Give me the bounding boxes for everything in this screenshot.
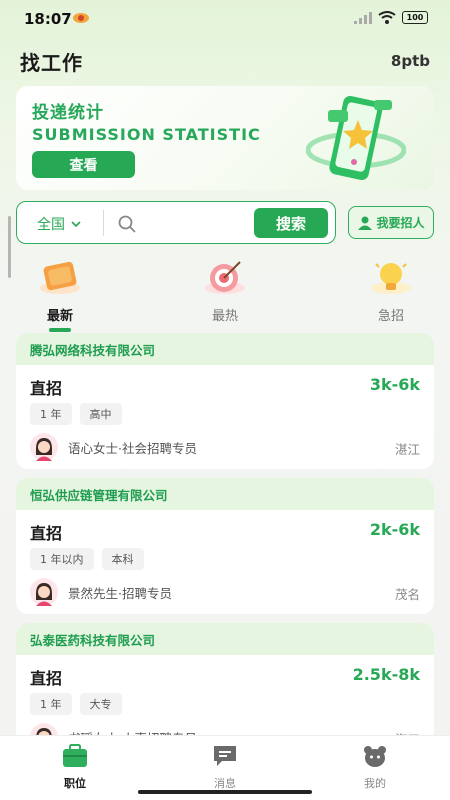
avatar — [30, 578, 58, 606]
nav-profile-label: 我的 — [364, 777, 386, 790]
search-input[interactable] — [143, 210, 253, 236]
search-button[interactable]: 搜索 — [254, 208, 328, 238]
recruiter: 景然先生·招聘专员 — [30, 578, 172, 606]
phone-star-illustration — [306, 96, 406, 180]
education-tag: 高中 — [79, 403, 122, 425]
job-location: 湛江 — [394, 442, 420, 457]
wifi-icon — [378, 11, 396, 24]
avatar — [30, 433, 58, 461]
view-button[interactable]: 查看 — [32, 151, 135, 178]
tab-urgent[interactable]: 急招 — [351, 258, 431, 324]
signal-icon — [354, 11, 372, 24]
job-title: 直招 — [30, 524, 63, 543]
salary: 2k-6k — [369, 520, 420, 539]
region-label: 全国 — [37, 217, 65, 233]
job-tags: 1 年 高中 — [30, 403, 122, 425]
nav-messages-label: 消息 — [214, 777, 236, 790]
divider — [103, 210, 104, 236]
experience-tag: 1 年以内 — [30, 548, 94, 570]
scroll-icon — [40, 261, 80, 294]
job-card[interactable]: 恒弘供应链管理有限公司 直招 2k-6k 1 年以内 本科 景然先生·招聘专员 … — [16, 478, 434, 614]
message-icon — [214, 746, 236, 766]
home-indicator[interactable] — [138, 790, 312, 794]
job-location: 茂名 — [394, 587, 420, 602]
account-label[interactable]: 8ptb — [391, 52, 430, 70]
tab-urgent-label: 急招 — [377, 309, 404, 324]
page-title: 找工作 — [20, 51, 83, 75]
status-indicators: 100 — [354, 11, 428, 24]
recruiter: 语心女士·社会招聘专员 — [30, 433, 197, 461]
salary: 3k-6k — [369, 375, 420, 394]
nav-jobs-label: 职位 — [64, 777, 86, 790]
banner-title: 投递统计 — [32, 103, 104, 123]
recruit-label: 我要招人 — [376, 216, 425, 230]
status-time: 18:07 — [24, 10, 72, 28]
experience-tag: 1 年 — [30, 403, 72, 425]
recruit-button[interactable]: 我要招人 — [348, 206, 434, 239]
education-tag: 本科 — [101, 548, 144, 570]
tab-latest[interactable]: 最新 — [20, 258, 100, 332]
experience-tag: 1 年 — [30, 693, 72, 715]
tab-active-underline — [49, 328, 71, 332]
tab-latest-label: 最新 — [46, 309, 73, 324]
lightbulb-icon — [371, 263, 411, 294]
salary: 2.5k-8k — [352, 665, 420, 684]
nav-messages[interactable]: 消息 — [185, 744, 265, 791]
job-title: 直招 — [30, 379, 63, 398]
job-title: 直招 — [30, 669, 63, 688]
company-name[interactable]: 恒弘供应链管理有限公司 — [16, 478, 434, 510]
battery-icon: 100 — [402, 11, 428, 24]
recruiter-name: 景然先生·招聘专员 — [68, 585, 172, 601]
eye-icon — [73, 13, 89, 23]
briefcase-icon — [63, 744, 87, 767]
job-tags: 1 年 大专 — [30, 693, 122, 715]
job-tags: 1 年以内 本科 — [30, 548, 144, 570]
education-tag: 大专 — [79, 693, 122, 715]
banner-subtitle: SUBMISSION STATISTIC — [32, 125, 261, 144]
search-icon — [118, 215, 136, 233]
user-add-icon — [358, 216, 373, 230]
nav-profile[interactable]: 我的 — [335, 744, 415, 791]
job-card[interactable]: 腾弘网络科技有限公司 直招 3k-6k 1 年 高中 语心女士·社会招聘专员 湛… — [16, 333, 434, 469]
status-bar: 18:07 100 — [0, 0, 450, 40]
tab-hot-label: 最热 — [211, 309, 238, 324]
search-box: 全国 搜索 — [16, 201, 336, 244]
scroll-indicator — [8, 216, 11, 278]
company-name[interactable]: 腾弘网络科技有限公司 — [16, 333, 434, 365]
nav-jobs[interactable]: 职位 — [35, 744, 115, 791]
company-name[interactable]: 弘泰医药科技有限公司 — [16, 623, 434, 655]
region-selector[interactable]: 全国 — [37, 214, 81, 234]
recruiter-name: 语心女士·社会招聘专员 — [68, 440, 197, 456]
chevron-down-icon — [71, 220, 81, 227]
tab-hot[interactable]: 最热 — [185, 258, 265, 324]
profile-icon — [364, 746, 386, 767]
target-icon — [205, 261, 245, 294]
submission-banner[interactable]: 投递统计 SUBMISSION STATISTIC 查看 — [16, 86, 434, 190]
